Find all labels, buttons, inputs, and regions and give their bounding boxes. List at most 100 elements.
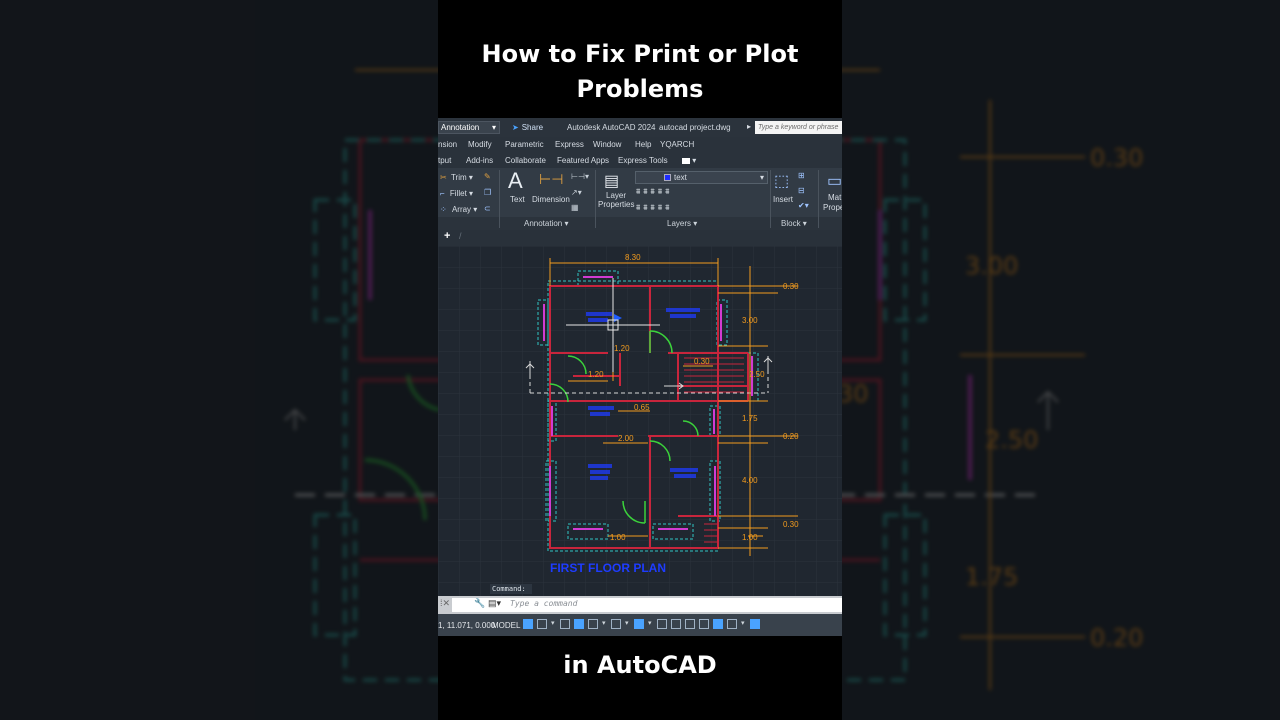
autocad-window: Annotation ➤Share Autodesk AutoCAD 2024 … xyxy=(438,118,842,636)
array-icon: ⁘ xyxy=(440,205,447,214)
match-properties-label2[interactable]: Prope xyxy=(823,203,842,212)
offset-icon[interactable]: ⊂ xyxy=(484,204,491,213)
dim-overall-width: 8.30 xyxy=(625,253,641,262)
menu-dimension[interactable]: nsion xyxy=(438,140,457,149)
ortho-toggle-icon[interactable] xyxy=(588,619,598,629)
match-properties-label1[interactable]: Mat xyxy=(828,193,841,202)
fillet-icon: ⌐ xyxy=(440,189,445,198)
panel-title-block-label: Block xyxy=(781,219,801,228)
share-button[interactable]: ➤ Share xyxy=(512,123,543,132)
dim-right-7: 0.30 xyxy=(783,520,799,529)
layer-dropdown[interactable]: text xyxy=(635,171,768,184)
menu-yqarch[interactable]: YQARCH xyxy=(660,140,694,149)
workspace-dropdown[interactable]: Annotation xyxy=(438,121,500,134)
menu-express[interactable]: Express xyxy=(555,140,584,149)
text-icon[interactable]: A xyxy=(508,168,523,194)
osnap-toggle-icon[interactable] xyxy=(634,619,644,629)
ribbon-separator xyxy=(499,170,500,228)
panel-title-block[interactable]: Block ▾ xyxy=(781,219,807,228)
edit-block-icon[interactable]: ⊟ xyxy=(798,186,805,195)
file-tab-bar: + / xyxy=(438,230,842,246)
dim-right-5: 0.20 xyxy=(783,432,799,441)
recent-commands-icon[interactable]: ▤▾ xyxy=(488,598,501,609)
trim-tool[interactable]: ✂ Trim ▾ xyxy=(440,173,473,182)
text-label[interactable]: Text xyxy=(510,195,525,204)
transparency-icon[interactable] xyxy=(671,619,681,629)
fillet-tool[interactable]: ⌐ Fillet ▾ xyxy=(440,189,473,198)
trim-label: Trim xyxy=(450,173,467,182)
layer-properties-label1: Layer xyxy=(606,191,627,200)
menu-window[interactable]: Window xyxy=(593,140,621,149)
table-icon[interactable]: ▦ xyxy=(571,203,579,212)
array-tool[interactable]: ⁘ Array ▾ xyxy=(440,205,477,214)
osnap-dropdown-icon[interactable]: ▾ xyxy=(648,619,653,632)
dimension-label[interactable]: Dimension xyxy=(532,195,570,204)
layer-properties-label2: Properties xyxy=(598,200,635,209)
dim-interior-1: 1.20 xyxy=(614,344,630,353)
tab-output[interactable]: tput xyxy=(438,156,451,165)
tab-featured-apps[interactable]: Featured Apps xyxy=(557,156,609,165)
dynamic-input-icon[interactable] xyxy=(574,619,584,629)
scale-dropdown-icon[interactable]: ▾ xyxy=(741,619,746,632)
menu-help[interactable]: Help xyxy=(635,140,651,149)
create-block-icon[interactable]: ⊞ xyxy=(798,171,805,180)
tab-add-ins[interactable]: Add-ins xyxy=(466,156,493,165)
dim-interior-2: 1.20 xyxy=(588,370,604,379)
isodraft-icon[interactable] xyxy=(611,619,621,629)
search-input[interactable]: Type a keyword or phrase xyxy=(755,121,842,134)
panel-title-layers[interactable]: Layers ▾ xyxy=(667,219,697,228)
leader-icon[interactable]: ↗▾ xyxy=(571,188,582,197)
lineweight-icon[interactable] xyxy=(657,619,667,629)
insert-label[interactable]: Insert xyxy=(773,195,793,204)
annotation-scale-icon[interactable] xyxy=(727,619,737,629)
polar-dropdown-icon[interactable]: ▾ xyxy=(602,619,607,632)
menu-modify[interactable]: Modify xyxy=(468,140,492,149)
match-properties-icon[interactable]: ▭ xyxy=(827,171,842,191)
tab-separator: / xyxy=(459,231,462,241)
command-grip-icon[interactable]: ⁞✕ xyxy=(440,598,450,609)
tab-collaborate[interactable]: Collaborate xyxy=(505,156,546,165)
dimension-icon[interactable]: ⊢⊣ xyxy=(539,171,563,188)
top-caption-line1: How to Fix Print or Plot xyxy=(481,40,799,68)
share-icon: ➤ xyxy=(512,123,519,132)
chevron-right-icon[interactable]: ▸ xyxy=(747,122,751,131)
selection-cycling-icon[interactable] xyxy=(685,619,695,629)
command-input[interactable]: Type a command xyxy=(510,599,577,608)
annotation-visibility-icon[interactable] xyxy=(713,619,723,629)
new-tab-icon[interactable]: + xyxy=(444,230,450,242)
drawing-viewport[interactable]: 8.30 0.30 3.00 2.50 1.75 0.20 4.00 0.30 … xyxy=(438,246,842,596)
status-bar: 1, 11.071, 0.000 MODEL ▾ ▾ ▾ ▾ ▾ xyxy=(438,614,842,636)
layer-tools-row1-icon[interactable]: ⩩⩩⩩⩩⩩ xyxy=(636,187,672,197)
layer-properties-button[interactable]: Layer xyxy=(606,191,626,200)
panel-title-annotation[interactable]: Annotation ▾ xyxy=(524,219,569,228)
linear-dim-icon[interactable]: ⊢⊣▾ xyxy=(571,172,589,181)
dim-interior-6: 1.00 xyxy=(610,533,626,542)
grid-toggle-icon[interactable] xyxy=(523,619,533,629)
tab-express-tools[interactable]: Express Tools xyxy=(618,156,668,165)
dim-right-6: 4.00 xyxy=(742,476,758,485)
customize-icon[interactable]: 🔧 xyxy=(474,598,485,609)
isodraft-dropdown-icon[interactable]: ▾ xyxy=(625,619,630,632)
copy-icon[interactable]: ❐ xyxy=(484,188,491,197)
grid xyxy=(438,246,842,596)
layer-properties-icon[interactable]: ▤ xyxy=(604,171,619,191)
snap-toggle-icon[interactable] xyxy=(537,619,547,629)
insert-icon[interactable]: ⬚ xyxy=(774,171,789,191)
snap-dropdown-icon[interactable]: ▾ xyxy=(551,619,556,632)
layer-tools-row2-icon[interactable]: ⩩⩩⩩⩩⩩ xyxy=(636,203,672,213)
ribbon-toggle-icon[interactable]: ▾ xyxy=(682,156,700,165)
menu-parametric[interactable]: Parametric xyxy=(505,140,544,149)
attribute-icon[interactable]: ✔▾ xyxy=(798,201,809,210)
pencil-icon[interactable]: ✎ xyxy=(484,172,491,181)
ribbon-separator xyxy=(770,170,771,228)
infer-constraints-icon[interactable] xyxy=(560,619,570,629)
bottom-caption: in AutoCAD xyxy=(563,651,717,679)
drawing-title: FIRST FLOOR PLAN xyxy=(550,561,666,575)
workspace-switch-icon[interactable] xyxy=(750,619,760,629)
dim-right-2: 3.00 xyxy=(742,316,758,325)
current-layer-name: text xyxy=(674,173,687,182)
dim-right-1: 0.30 xyxy=(783,282,799,291)
gizmo-icon[interactable] xyxy=(699,619,709,629)
dim-right-3: 2.50 xyxy=(749,370,765,379)
model-space-button[interactable]: MODEL xyxy=(492,621,520,630)
